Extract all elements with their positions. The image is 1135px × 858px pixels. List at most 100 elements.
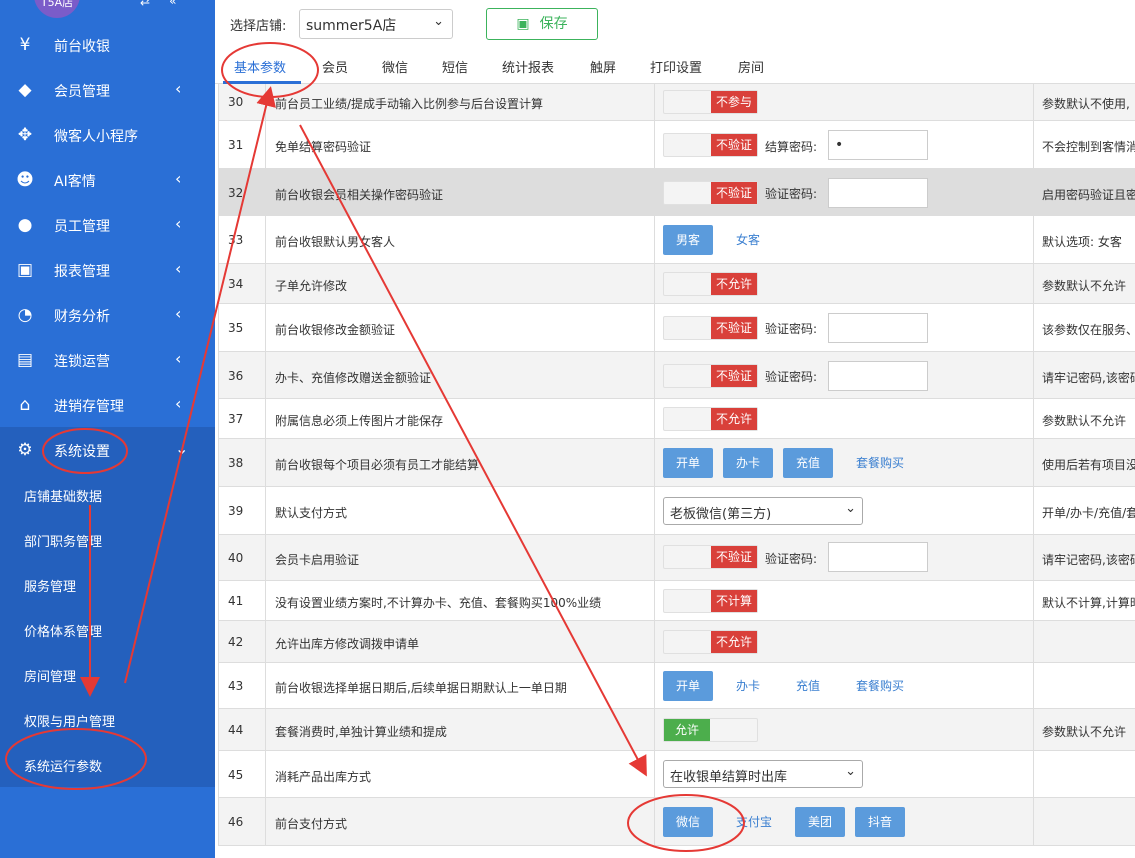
row-name: 前台收银每个项目必须有员工才能结算 (275, 458, 480, 472)
table-row: 44 套餐消费时,单独计算业绩和提成 允许 参数默认不允许 (218, 709, 1135, 751)
toggle-switch[interactable]: 不允许 (663, 630, 758, 654)
sidebar-item-label: 系统设置 (54, 444, 110, 460)
user-icon: ● (17, 215, 33, 235)
sidebar-item-label: 微客人小程序 (54, 129, 138, 145)
stock-out-mode-select[interactable]: 在收银单结算时出库 ⌄ (663, 760, 863, 788)
row-number: 31 (228, 138, 244, 152)
chevron-left-icon: ‹ (175, 169, 182, 188)
sidebar-item-members[interactable]: ◆ 会员管理 ‹ (0, 67, 215, 112)
tab-statistics[interactable]: 统计报表 (502, 57, 554, 76)
store-select[interactable]: summer5A店 ⌄ (299, 9, 453, 39)
chevron-down-icon: ⌄ (845, 764, 856, 779)
sidebar-item-staff[interactable]: ● 员工管理 ‹ (0, 202, 215, 247)
toggle-switch[interactable]: 不验证 (663, 316, 758, 340)
toggle-label: 不验证 (711, 182, 757, 204)
password-input[interactable] (828, 361, 928, 391)
row-number: 36 (228, 369, 244, 383)
tab-sms[interactable]: 短信 (442, 57, 468, 76)
tab-touchscreen[interactable]: 触屏 (590, 57, 616, 76)
sidebar-item-settings[interactable]: ⚙ 系统设置 ⌄ (0, 427, 215, 472)
sidebar-item-miniprogram[interactable]: ✥ 微客人小程序 (0, 112, 215, 157)
toggle-switch[interactable]: 不参与 (663, 90, 758, 114)
chevron-down-icon: ⌄ (433, 14, 444, 29)
sidebar-item-ai[interactable]: ☻ AI客情 ‹ (0, 157, 215, 202)
option-recharge-link[interactable]: 充值 (796, 671, 820, 701)
table-row: 34 子单允许修改 不允许 参数默认不允许 (218, 264, 1135, 304)
row-description: 使用后若有项目没 (1042, 458, 1135, 472)
pay-douyin-button[interactable]: 抖音 (855, 807, 905, 837)
password-input[interactable] (828, 542, 928, 572)
submenu-store-data[interactable]: 店铺基础数据 (24, 486, 102, 505)
toggle-label: 不验证 (711, 365, 757, 387)
submenu-services[interactable]: 服务管理 (24, 576, 76, 595)
password-input[interactable] (828, 313, 928, 343)
submenu-permissions[interactable]: 权限与用户管理 (24, 711, 115, 730)
pie-chart-icon: ◔ (17, 305, 33, 325)
tab-print-settings[interactable]: 打印设置 (650, 57, 702, 76)
sidebar-item-chain[interactable]: ▤ 连锁运营 ‹ (0, 337, 215, 382)
option-card-link[interactable]: 办卡 (736, 671, 760, 701)
top-toolbar: 选择店铺: summer5A店 ⌄ ▣ 保存 (215, 0, 1135, 50)
row-description: 请牢记密码,该密码 (1042, 553, 1135, 567)
option-female-link[interactable]: 女客 (736, 225, 760, 255)
password-value: • (835, 137, 844, 153)
password-label: 验证密码: (765, 370, 818, 384)
option-male-button[interactable]: 男客 (663, 225, 713, 255)
pay-alipay-link[interactable]: 支付宝 (736, 807, 772, 837)
user-cog-icon: ☻ (16, 170, 34, 190)
row-description: 开单/办卡/充值/套 (1042, 506, 1135, 520)
table-row: 41 没有设置业绩方案时,不计算办卡、充值、套餐购买100%业绩 不计算 默认不… (218, 581, 1135, 621)
building-icon: ▤ (16, 350, 34, 370)
sidebar-item-inventory[interactable]: ⌂ 进销存管理 ‹ (0, 382, 215, 427)
row-name: 允许出库方修改调拨申请单 (275, 637, 420, 651)
toggle-switch[interactable]: 不允许 (663, 407, 758, 431)
pay-meituan-button[interactable]: 美团 (795, 807, 845, 837)
user-switch-icon[interactable]: ⇄ (140, 0, 150, 8)
row-name: 消耗产品出库方式 (275, 770, 372, 784)
save-button[interactable]: ▣ 保存 (486, 8, 598, 40)
toggle-switch[interactable]: 允许 (663, 718, 758, 742)
submenu-departments[interactable]: 部门职务管理 (24, 531, 102, 550)
pay-wechat-button[interactable]: 微信 (663, 807, 713, 837)
store-avatar[interactable]: T5A店 (34, 0, 80, 18)
tab-rooms[interactable]: 房间 (738, 57, 764, 76)
option-card-button[interactable]: 办卡 (723, 448, 773, 478)
chevron-left-icon: ‹ (175, 349, 182, 368)
submenu-rooms[interactable]: 房间管理 (24, 666, 76, 685)
option-open-order-button[interactable]: 开单 (663, 671, 713, 701)
tab-members[interactable]: 会员 (322, 57, 348, 76)
sidebar-item-reports[interactable]: ▣ 报表管理 ‹ (0, 247, 215, 292)
sidebar-item-label: 员工管理 (54, 219, 110, 235)
toggle-switch[interactable]: 不验证 (663, 364, 758, 388)
sidebar-top-icons: ⇄ « (140, 0, 176, 8)
password-input[interactable] (828, 178, 928, 208)
toggle-switch[interactable]: 不验证 (663, 181, 758, 205)
chevron-left-icon: ‹ (175, 259, 182, 278)
row-name: 附属信息必须上传图片才能保存 (275, 414, 444, 428)
option-package-link[interactable]: 套餐购买 (856, 448, 904, 478)
option-open-order-button[interactable]: 开单 (663, 448, 713, 478)
table-row: 37 附属信息必须上传图片才能保存 不允许 参数默认不允许 (218, 399, 1135, 439)
option-package-link[interactable]: 套餐购买 (856, 671, 904, 701)
sidebar-item-cashier[interactable]: ¥ 前台收银 (0, 22, 215, 67)
toggle-switch[interactable]: 不计算 (663, 589, 758, 613)
submenu-pricing[interactable]: 价格体系管理 (24, 621, 102, 640)
option-recharge-button[interactable]: 充值 (783, 448, 833, 478)
toggle-switch[interactable]: 不验证 (663, 133, 758, 157)
save-button-label: 保存 (539, 16, 568, 32)
sidebar-item-label: 报表管理 (54, 264, 110, 280)
collapse-icon[interactable]: « (169, 0, 176, 8)
row-name: 套餐消费时,单独计算业绩和提成 (275, 725, 447, 739)
toggle-switch[interactable]: 不允许 (663, 272, 758, 296)
submenu-system-params[interactable]: 系统运行参数 (24, 756, 102, 775)
row-number: 32 (228, 186, 244, 200)
password-input[interactable]: • (828, 130, 928, 160)
sidebar-item-finance[interactable]: ◔ 财务分析 ‹ (0, 292, 215, 337)
row-name: 办卡、充值修改赠送金额验证 (275, 371, 432, 385)
tab-wechat[interactable]: 微信 (382, 57, 408, 76)
tab-basic-params[interactable]: 基本参数 (234, 57, 286, 76)
toggle-switch[interactable]: 不验证 (663, 545, 758, 569)
default-payment-select[interactable]: 老板微信(第三方) ⌄ (663, 497, 863, 525)
table-row: 42 允许出库方修改调拨申请单 不允许 (218, 621, 1135, 663)
chevron-down-icon: ⌄ (175, 439, 189, 458)
